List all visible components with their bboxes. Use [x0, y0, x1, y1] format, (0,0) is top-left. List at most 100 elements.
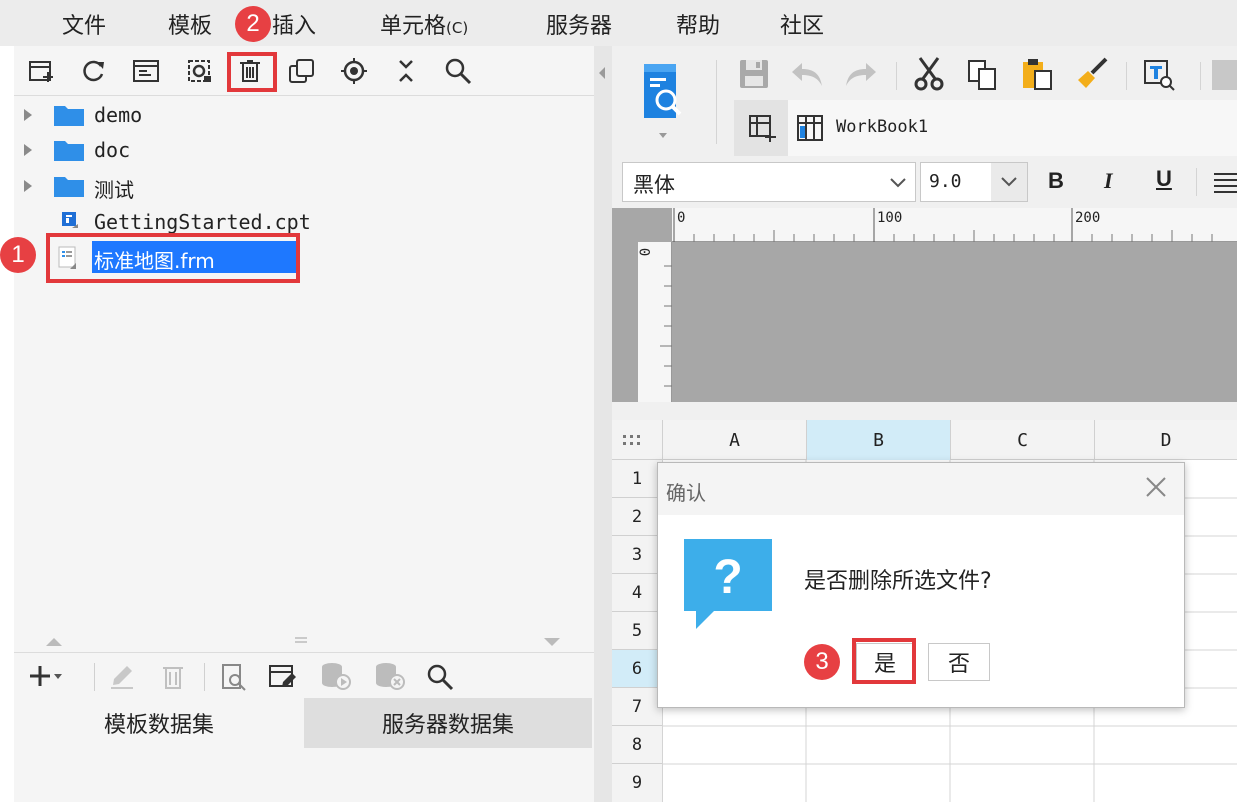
menu-community[interactable]: 社区 — [780, 8, 824, 40]
row-header[interactable]: 5 — [612, 612, 662, 650]
tree-item-test[interactable]: 测试 — [14, 169, 594, 203]
text-search-icon[interactable] — [1142, 58, 1176, 92]
align-icon[interactable] — [1212, 170, 1237, 196]
refresh-icon[interactable] — [80, 57, 108, 85]
collapse-icon[interactable] — [392, 57, 420, 85]
workbook-icon — [797, 115, 823, 141]
database-play-icon[interactable] — [320, 661, 352, 691]
dataset-tabs: 模板数据集 服务器数据集 — [14, 698, 594, 748]
tab-template-dataset[interactable]: 模板数据集 — [14, 698, 304, 748]
folder-icon — [54, 177, 84, 197]
cpt-file-icon — [62, 212, 78, 228]
column-header-c[interactable]: C — [950, 420, 1094, 460]
row-header[interactable]: 3 — [612, 536, 662, 574]
collapse-up-icon[interactable] — [44, 636, 64, 648]
select-all-icon[interactable] — [622, 434, 644, 448]
preview-dataset-icon[interactable] — [220, 663, 248, 691]
search-icon[interactable] — [444, 57, 472, 85]
dataset-search-icon[interactable] — [426, 663, 454, 691]
callout-badge-2: 2 — [235, 6, 271, 42]
save-icon[interactable] — [738, 58, 770, 90]
tree-item-label: demo — [94, 103, 143, 127]
new-folder-icon[interactable] — [28, 57, 56, 85]
menu-help[interactable]: 帮助 — [676, 8, 720, 40]
font-family-value: 黑体 — [633, 173, 675, 197]
locate-icon[interactable] — [340, 57, 368, 85]
menu-server[interactable]: 服务器 — [546, 8, 612, 40]
no-button[interactable]: 否 — [928, 643, 990, 681]
menu-cell[interactable]: 单元格(C) — [380, 8, 468, 40]
format-painter-icon[interactable] — [1074, 56, 1110, 92]
row-header-column: 1 2 3 4 5 6 7 8 9 — [612, 460, 662, 802]
dialog-titlebar[interactable]: 确认 — [658, 463, 1184, 515]
undo-icon[interactable] — [790, 60, 824, 88]
font-size-select[interactable]: 9.0 — [920, 162, 1028, 202]
dialog-title: 确认 — [666, 481, 706, 505]
template-toolbar — [14, 46, 594, 96]
folder-icon — [54, 106, 84, 126]
menu-insert[interactable]: 插入 — [272, 8, 316, 40]
copy-icon[interactable] — [288, 57, 316, 85]
add-dataset-icon[interactable] — [28, 663, 64, 689]
database-remove-icon[interactable] — [374, 661, 406, 691]
row-header[interactable]: 8 — [612, 726, 662, 764]
toolbar-divider — [94, 663, 95, 691]
delete-dataset-icon[interactable] — [160, 663, 186, 691]
menu-file[interactable]: 文件 — [62, 8, 106, 40]
row-header[interactable]: 6 — [612, 650, 662, 688]
toolbar-divider — [1196, 168, 1197, 196]
template-icon[interactable] — [132, 57, 160, 85]
paste-icon[interactable] — [1020, 56, 1056, 92]
column-header-d[interactable]: D — [1094, 420, 1237, 460]
expand-arrow-icon[interactable] — [24, 180, 32, 192]
tree-item-label: 测试 — [94, 178, 134, 202]
callout-badge-3: 3 — [804, 644, 840, 680]
tree-item-doc[interactable]: doc — [14, 133, 594, 167]
edit-dataset-icon[interactable] — [268, 663, 298, 691]
tree-item-demo[interactable]: demo — [14, 98, 594, 132]
menu-cell-label: 单元格 — [380, 14, 447, 39]
toolbar-divider — [716, 60, 717, 144]
row-header[interactable]: 4 — [612, 574, 662, 612]
column-header-a[interactable]: A — [662, 420, 806, 460]
dialog-message: 是否删除所选文件? — [804, 569, 992, 594]
expand-arrow-icon[interactable] — [24, 144, 32, 156]
overflow-icon[interactable] — [1212, 60, 1237, 90]
row-header[interactable]: 2 — [612, 498, 662, 536]
tab-server-dataset[interactable]: 服务器数据集 — [304, 698, 592, 748]
collapse-left-icon[interactable] — [597, 66, 607, 80]
close-icon[interactable] — [1142, 473, 1170, 501]
workbook-tab-label: WorkBook1 — [836, 117, 929, 137]
preview-dropdown-icon[interactable] — [658, 132, 668, 140]
cut-icon[interactable] — [912, 56, 946, 92]
column-header-b[interactable]: B — [806, 420, 950, 460]
preview-icon[interactable] — [640, 60, 686, 122]
panel-splitter[interactable] — [14, 632, 594, 652]
copy-paste-icon[interactable] — [966, 58, 1000, 92]
font-size-value: 9.0 — [929, 171, 962, 192]
drag-handle-icon[interactable] — [294, 635, 308, 645]
question-mark-glyph: ? — [713, 550, 743, 604]
tree-item-label: GettingStarted.cpt — [94, 210, 311, 234]
font-family-select[interactable]: 黑体 — [622, 162, 916, 202]
edit-icon[interactable] — [108, 663, 136, 691]
expand-arrow-icon[interactable] — [24, 109, 32, 121]
chevron-down-icon — [890, 178, 906, 188]
toolbar-divider — [1126, 62, 1127, 90]
menu-template[interactable]: 模板 — [168, 8, 212, 40]
new-sheet-icon[interactable] — [748, 114, 778, 144]
collapse-down-icon[interactable] — [542, 636, 562, 648]
settings-icon[interactable] — [186, 57, 214, 85]
underline-button[interactable]: U — [1156, 166, 1172, 192]
row-header[interactable]: 1 — [612, 460, 662, 498]
tab-workbook1[interactable]: WorkBook1 — [788, 100, 1237, 156]
row-header[interactable]: 9 — [612, 764, 662, 802]
callout-box-file — [46, 233, 300, 283]
font-size-dropdown[interactable] — [991, 163, 1027, 201]
italic-button[interactable]: I — [1104, 168, 1113, 194]
bold-button[interactable]: B — [1048, 168, 1064, 194]
panel-divider[interactable] — [594, 46, 612, 802]
redo-icon[interactable] — [844, 60, 878, 88]
toolbar-divider — [204, 663, 205, 691]
row-header[interactable]: 7 — [612, 688, 662, 726]
